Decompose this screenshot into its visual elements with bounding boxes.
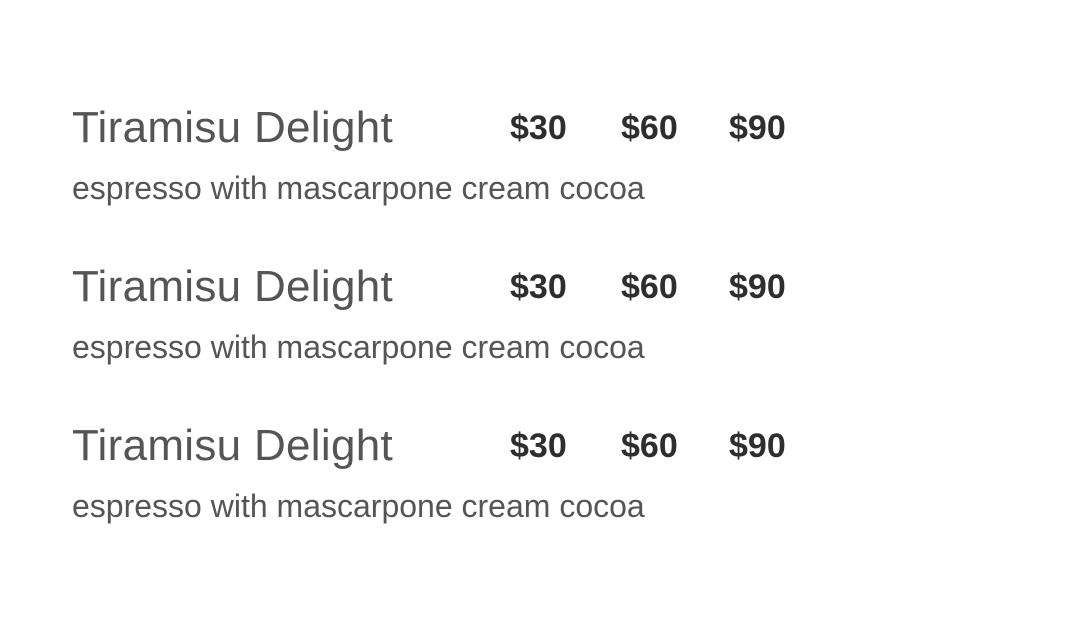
price-small: $30: [510, 268, 567, 306]
item-description: espresso with mascarpone cream cocoa: [72, 329, 645, 365]
price-small: $30: [510, 427, 567, 465]
item-title: Tiramisu Delight: [72, 262, 394, 311]
menu-item: Tiramisu Delight $30 $60 $90 espresso wi…: [72, 416, 872, 575]
price-medium: $60: [621, 109, 678, 147]
item-title: Tiramisu Delight: [72, 421, 394, 470]
item-description: espresso with mascarpone cream cocoa: [72, 488, 645, 524]
price-small: $30: [510, 109, 567, 147]
price-medium: $60: [621, 268, 678, 306]
menu-item: Tiramisu Delight $30 $60 $90 espresso wi…: [72, 98, 872, 257]
price-medium: $60: [621, 427, 678, 465]
menu-item: Tiramisu Delight $30 $60 $90 espresso wi…: [72, 257, 872, 416]
price-large: $90: [729, 268, 786, 306]
item-title: Tiramisu Delight: [72, 103, 394, 152]
menu-list: Tiramisu Delight $30 $60 $90 espresso wi…: [72, 98, 872, 575]
price-large: $90: [729, 109, 786, 147]
price-large: $90: [729, 427, 786, 465]
item-description: espresso with mascarpone cream cocoa: [72, 170, 645, 206]
